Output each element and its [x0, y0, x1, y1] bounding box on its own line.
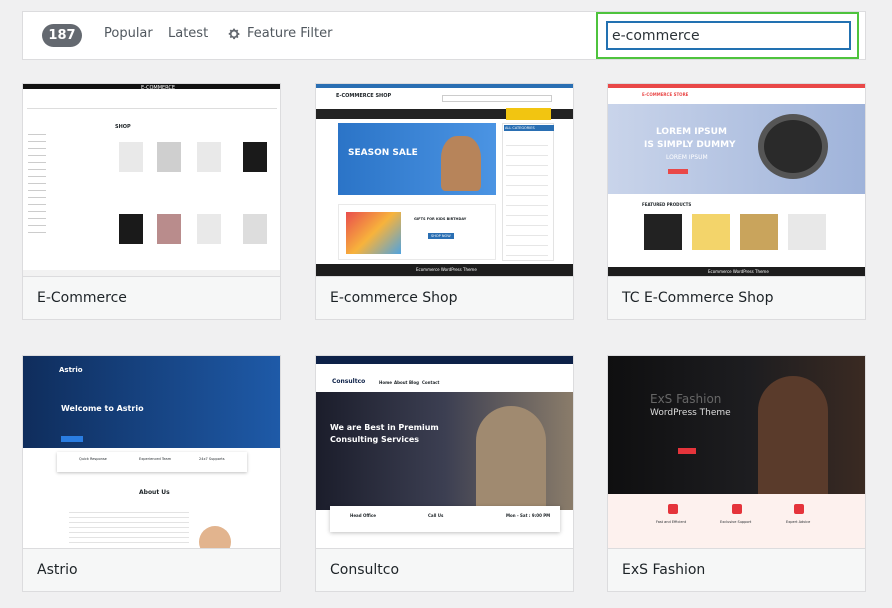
thumb-info-3: Mon - Sat : 9:00 PM [506, 513, 551, 518]
thumb-feature-1: Fast and Efficient [656, 520, 687, 524]
gear-icon [228, 28, 240, 39]
thumb-nav-contact: Contact [422, 380, 440, 385]
tab-latest[interactable]: Latest [168, 26, 208, 41]
theme-screenshot: E-COMMERCE STORE LOREM IPSUM IS SIMPLY D… [608, 84, 865, 277]
thumb-feature-2: Exclusive Support [720, 520, 752, 524]
thumb-hero-line2: IS SIMPLY DUMMY [644, 140, 736, 150]
thumb-title: ExS Fashion [650, 392, 722, 406]
thumb-about: About Us [139, 489, 170, 496]
theme-card-tc-e-commerce-shop[interactable]: E-COMMERCE STORE LOREM IPSUM IS SIMPLY D… [607, 83, 866, 320]
theme-card-e-commerce-shop[interactable]: E-COMMERCE SHOP SEASON SALE ALL CATEGORI… [315, 83, 574, 320]
theme-screenshot: ExS Fashion WordPress Theme Fast and Eff… [608, 356, 865, 549]
thumb-hero: Welcome to Astrio [61, 404, 144, 413]
thumb-heading: SHOP [115, 124, 131, 130]
thumb-logo: Astrio [59, 366, 83, 374]
thumb-nav-blog: Blog [409, 380, 420, 385]
theme-screenshot: E-COMMERCE SHOP SEASON SALE ALL CATEGORI… [316, 84, 573, 277]
thumb-info-2: Call Us [428, 513, 444, 518]
thumb-promo: GIFTS FOR KIDS BIRTHDAY [414, 217, 467, 221]
search-themes-input[interactable] [607, 22, 850, 49]
thumb-logo: Consultco [332, 378, 366, 385]
tab-popular[interactable]: Popular [104, 26, 153, 41]
theme-name: E-Commerce [23, 276, 280, 319]
theme-card-e-commerce[interactable]: E-COMMERCE SHOP E-Commerce [22, 83, 281, 320]
thumb-hero-line1: LOREM IPSUM [656, 127, 727, 137]
thumb-footer: Ecommerce WordPress Theme [708, 269, 769, 274]
thumb-shop-button: SHOP NOW [428, 233, 454, 239]
thumb-logo: E-COMMERCE SHOP [336, 93, 392, 99]
theme-name: E-commerce Shop [316, 276, 573, 319]
feature-filter-label: Feature Filter [247, 26, 333, 41]
thumb-feature-2: Experienced Team [139, 457, 172, 461]
theme-screenshot: Astrio Welcome to Astrio Quick Response … [23, 356, 280, 549]
theme-card-exs-fashion[interactable]: ExS Fashion WordPress Theme Fast and Eff… [607, 355, 866, 592]
thumb-feature-3: 24x7 Supports [199, 457, 225, 461]
theme-screenshot: Consultco Home About Blog Contact We are… [316, 356, 573, 549]
thumb-hero: We are Best in Premium Consulting Servic… [330, 423, 439, 444]
thumb-section-title: FEATURED PRODUCTS [642, 202, 692, 207]
thumb-banner: SEASON SALE [348, 148, 418, 158]
thumb-nav-home: Home [379, 380, 392, 385]
thumb-side-title: ALL CATEGORIES [504, 125, 554, 131]
thumb-nav-about: About [394, 380, 408, 385]
theme-name: TC E-Commerce Shop [608, 276, 865, 319]
theme-card-astrio[interactable]: Astrio Welcome to Astrio Quick Response … [22, 355, 281, 592]
theme-count-badge: 187 [42, 24, 82, 47]
theme-filter-bar: 187 Popular Latest Feature Filter [22, 11, 866, 60]
theme-screenshot: E-COMMERCE SHOP [23, 84, 280, 277]
thumb-subtitle: WordPress Theme [650, 408, 731, 418]
feature-filter-button[interactable]: Feature Filter [227, 26, 332, 41]
thumb-logo: E-COMMERCE STORE [642, 92, 689, 97]
theme-name: Astrio [23, 548, 280, 591]
theme-name: ExS Fashion [608, 548, 865, 591]
theme-card-consultco[interactable]: Consultco Home About Blog Contact We are… [315, 355, 574, 592]
thumb-feature-1: Quick Response [79, 457, 107, 461]
thumb-footer: Ecommerce WordPress Theme [416, 267, 477, 272]
thumb-feature-3: Expert Advice [786, 520, 811, 524]
theme-name: Consultco [316, 548, 573, 591]
search-highlight [596, 12, 859, 59]
thumb-logo: E-COMMERCE [141, 85, 176, 91]
thumb-hero-line3: LOREM IPSUM [666, 154, 708, 161]
thumb-info-1: Head Office [350, 513, 376, 518]
